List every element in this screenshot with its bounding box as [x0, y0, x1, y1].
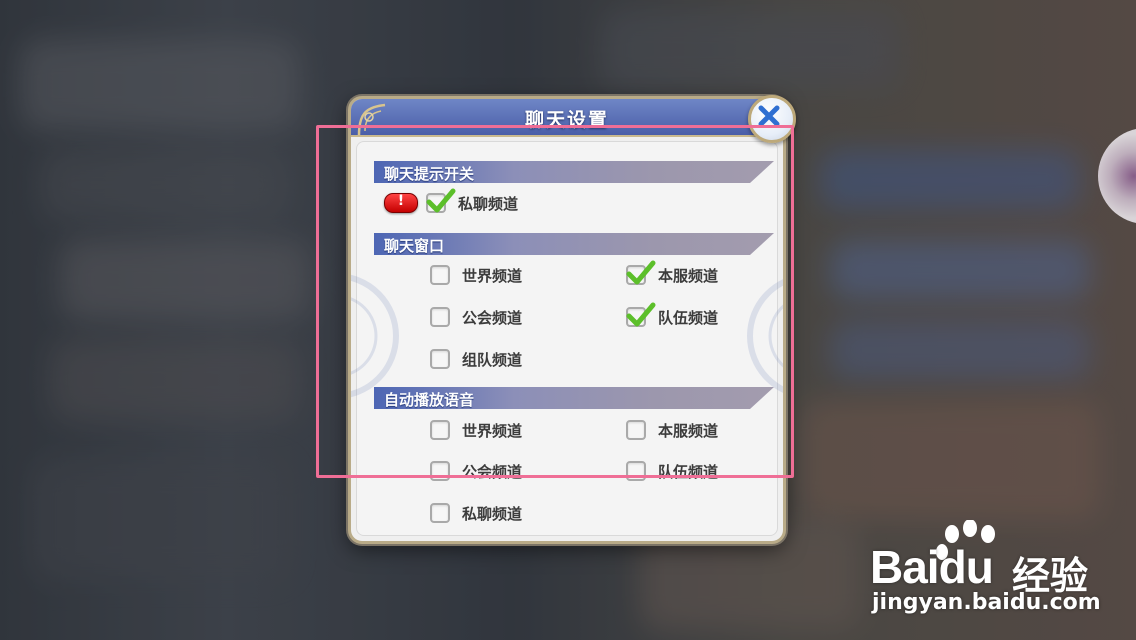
baidu-watermark: Baidu 经验 jingyan.baidu.com	[870, 520, 1120, 620]
highlight-box	[316, 125, 794, 478]
option-voice-private[interactable]: 私聊频道	[430, 499, 522, 527]
close-icon	[758, 105, 780, 127]
option-label: 私聊频道	[462, 504, 523, 523]
watermark-brand: Baidu	[870, 541, 994, 593]
watermark-url: jingyan.baidu.com	[872, 590, 1101, 615]
checkbox[interactable]	[430, 503, 450, 523]
